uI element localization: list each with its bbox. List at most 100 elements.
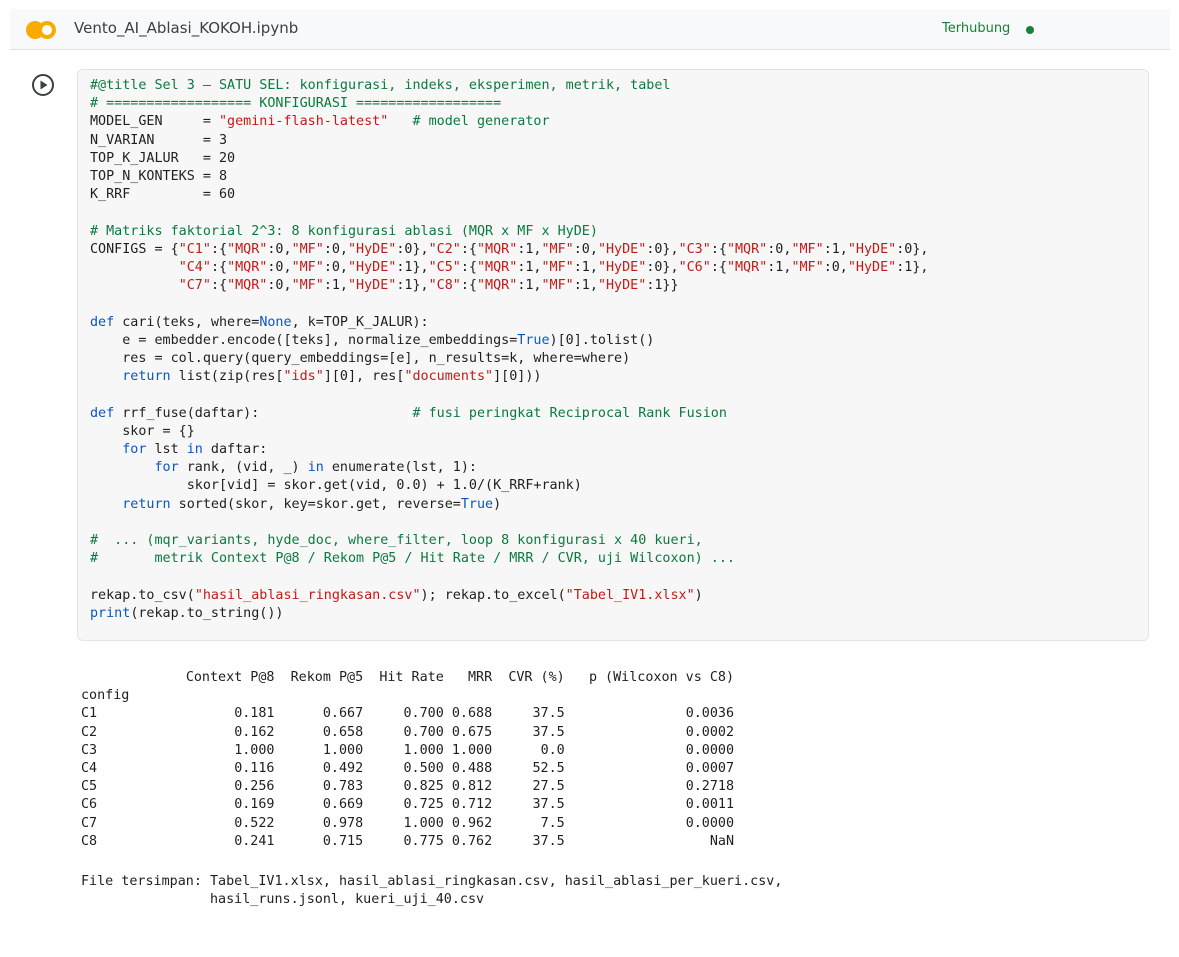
table-cell: 0.762 bbox=[451, 833, 493, 849]
code-token: :1}, bbox=[896, 260, 929, 276]
code-token: K_RRF = 60 bbox=[90, 187, 236, 203]
code-line: e = embedder.encode([teks], normalize_em… bbox=[90, 333, 654, 348]
code-token: sorted(skor, key=skor.get, reverse= bbox=[170, 496, 461, 512]
code-token: list(zip(res[ bbox=[170, 369, 284, 385]
code-token: "C8" bbox=[428, 278, 461, 294]
code-cell[interactable]: #@title Sel 3 — SATU SEL: konfigurasi, i… bbox=[77, 69, 1149, 641]
table-cell: 0.500 bbox=[403, 761, 444, 777]
code-line: # metrik Context P@8 / Rekom P@5 / Hit R… bbox=[90, 551, 735, 566]
code-token: ); rekap.to_excel( bbox=[420, 587, 566, 603]
play-circle-icon bbox=[32, 74, 54, 96]
code-token: res = col.query(query_embeddings=[e], n_… bbox=[90, 351, 631, 367]
code-token: :0, bbox=[267, 241, 292, 257]
run-cell-button[interactable] bbox=[31, 73, 55, 97]
code-token: "MF" bbox=[791, 241, 824, 257]
table-cell: 0.715 bbox=[322, 833, 364, 849]
code-token: "HyDE" bbox=[348, 241, 397, 257]
table-cell: 0.492 bbox=[322, 761, 364, 777]
column-header: p (Wilcoxon vs C8) bbox=[588, 670, 735, 685]
colab-logo-icon[interactable] bbox=[26, 21, 62, 39]
table-cell: NaN bbox=[709, 833, 735, 849]
code-token: "MQR" bbox=[227, 278, 268, 294]
status-dot-icon bbox=[1026, 26, 1034, 34]
table-row: C8 0.241 0.715 0.775 0.762 37.5 NaN bbox=[81, 834, 734, 849]
row-index: C3 bbox=[81, 742, 98, 758]
code-token: "MQR" bbox=[477, 241, 518, 257]
notebook-title[interactable]: Vento_AI_Ablasi_KOKOH.ipynb bbox=[74, 19, 298, 37]
code-line: TOP_N_KONTEKS = 8 bbox=[90, 169, 227, 184]
code-token: N_VARIAN = 3 bbox=[90, 132, 228, 148]
column-header: MRR bbox=[468, 670, 493, 685]
code-token: :1, bbox=[823, 241, 848, 257]
code-token: TOP_K_JALUR = 20 bbox=[90, 150, 236, 166]
code-token: return bbox=[122, 369, 171, 385]
column-header: Rekom P@5 bbox=[290, 670, 364, 685]
code-token: "C6" bbox=[678, 260, 711, 276]
code-token: :{ bbox=[210, 260, 228, 276]
table-cell: 0.0007 bbox=[685, 761, 735, 777]
code-token: :1, bbox=[517, 241, 542, 257]
code-token: , k=TOP_K_JALUR): bbox=[291, 314, 429, 330]
code-token: (rekap.to_string()) bbox=[130, 605, 284, 621]
table-cell: 0.488 bbox=[451, 761, 493, 777]
table-cell: 0.0036 bbox=[685, 706, 735, 722]
code-token: :{ bbox=[460, 241, 477, 257]
table-cell: 52.5 bbox=[532, 761, 565, 777]
code-token: "MQR" bbox=[477, 260, 518, 276]
code-token: :{ bbox=[710, 260, 727, 276]
row-index: C2 bbox=[81, 724, 98, 740]
row-index: C8 bbox=[81, 833, 98, 849]
code-line: # ... (mqr_variants, hyde_doc, where_fil… bbox=[90, 533, 703, 548]
code-token: # ================== KONFIGURASI =======… bbox=[90, 96, 502, 112]
table-cell: 0.669 bbox=[322, 797, 364, 813]
code-token: daftar: bbox=[202, 442, 268, 458]
code-token: for bbox=[122, 442, 147, 458]
code-token: "HyDE" bbox=[847, 260, 897, 276]
saved-files-line: File tersimpan: Tabel_IV1.xlsx, hasil_ab… bbox=[81, 874, 783, 889]
code-token: "C7" bbox=[178, 278, 211, 294]
table-cell: 0.783 bbox=[322, 779, 364, 795]
code-line: #@title Sel 3 — SATU SEL: konfigurasi, i… bbox=[90, 78, 670, 93]
code-token: "HyDE" bbox=[348, 260, 397, 276]
table-cell: 27.5 bbox=[532, 779, 565, 795]
connection-status[interactable]: Terhubung bbox=[942, 21, 1010, 36]
table-cell: 0.812 bbox=[451, 779, 493, 795]
code-token: enumerate(lst, 1): bbox=[323, 460, 477, 476]
code-token: "Tabel_IV1.xlsx" bbox=[565, 587, 695, 603]
saved-files-message: File tersimpan: Tabel_IV1.xlsx, hasil_ab… bbox=[81, 873, 782, 909]
code-token: :0}, bbox=[646, 241, 679, 257]
code-line: rekap.to_csv("hasil_ablasi_ringkasan.csv… bbox=[90, 588, 703, 603]
code-token: :1, bbox=[573, 260, 598, 276]
code-token: "MF" bbox=[791, 260, 824, 276]
code-token: in bbox=[186, 442, 203, 458]
code-token: cari(teks, where= bbox=[114, 314, 260, 330]
code-token: def bbox=[90, 314, 115, 330]
code-token: "HyDE" bbox=[847, 241, 897, 257]
table-cell: 1.000 bbox=[451, 742, 493, 758]
code-token: skor = {} bbox=[90, 423, 195, 439]
code-editor[interactable]: #@title Sel 3 — SATU SEL: konfigurasi, i… bbox=[90, 77, 929, 623]
table-row: C4 0.116 0.492 0.500 0.488 52.5 0.0007 bbox=[81, 761, 734, 776]
code-token: "hasil_ablasi_ringkasan.csv" bbox=[194, 587, 421, 603]
code-token: "HyDE" bbox=[597, 278, 647, 294]
table-cell: 1.000 bbox=[234, 742, 275, 758]
table-cell: 0.712 bbox=[451, 797, 493, 813]
code-line: return sorted(skor, key=skor.get, revers… bbox=[90, 497, 501, 512]
code-token: :1, bbox=[767, 260, 792, 276]
code-line: def rrf_fuse(daftar): # fusi peringkat R… bbox=[90, 406, 727, 421]
table-row: C7 0.522 0.978 1.000 0.962 7.5 0.0000 bbox=[81, 816, 734, 831]
table-cell: 0.256 bbox=[234, 779, 275, 795]
code-line: res = col.query(query_embeddings=[e], n_… bbox=[90, 351, 630, 366]
table-cell: 0.978 bbox=[322, 815, 364, 831]
code-token: "MF" bbox=[291, 278, 324, 294]
code-token: "C1" bbox=[178, 241, 211, 257]
table-cell: 0.667 bbox=[322, 706, 364, 722]
code-token: :0, bbox=[823, 260, 848, 276]
code-token: for bbox=[154, 460, 179, 476]
code-token: "MQR" bbox=[726, 241, 768, 257]
code-token: lst bbox=[146, 442, 187, 458]
